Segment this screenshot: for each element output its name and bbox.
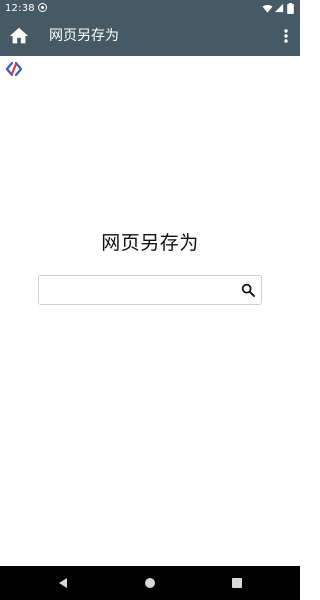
app-bar: 网页另存为 (0, 17, 300, 56)
more-vert-icon (284, 29, 288, 43)
page-heading: 网页另存为 (101, 232, 199, 254)
search-box (38, 275, 262, 305)
back-icon[interactable] (57, 577, 69, 589)
home-circle-icon[interactable] (145, 578, 155, 588)
status-bar: 12:38 (0, 0, 300, 17)
screen: 12:38 网页另存为 网页另存为 (0, 0, 300, 600)
battery-icon (287, 3, 294, 14)
app-logo-icon (6, 62, 22, 76)
status-icons (262, 2, 296, 15)
search-icon (241, 283, 255, 297)
home-icon (9, 27, 29, 44)
status-time: 12:38 (5, 3, 35, 14)
signal-icon (274, 3, 284, 13)
recents-icon[interactable] (232, 578, 242, 588)
wifi-icon (262, 4, 273, 13)
search-input[interactable] (39, 276, 235, 304)
sync-notification-icon (38, 3, 47, 12)
system-nav-bar (0, 566, 300, 600)
app-title: 网页另存为 (49, 28, 119, 44)
home-button[interactable] (8, 25, 30, 47)
search-button[interactable] (240, 282, 256, 298)
more-options-button[interactable] (280, 26, 292, 46)
